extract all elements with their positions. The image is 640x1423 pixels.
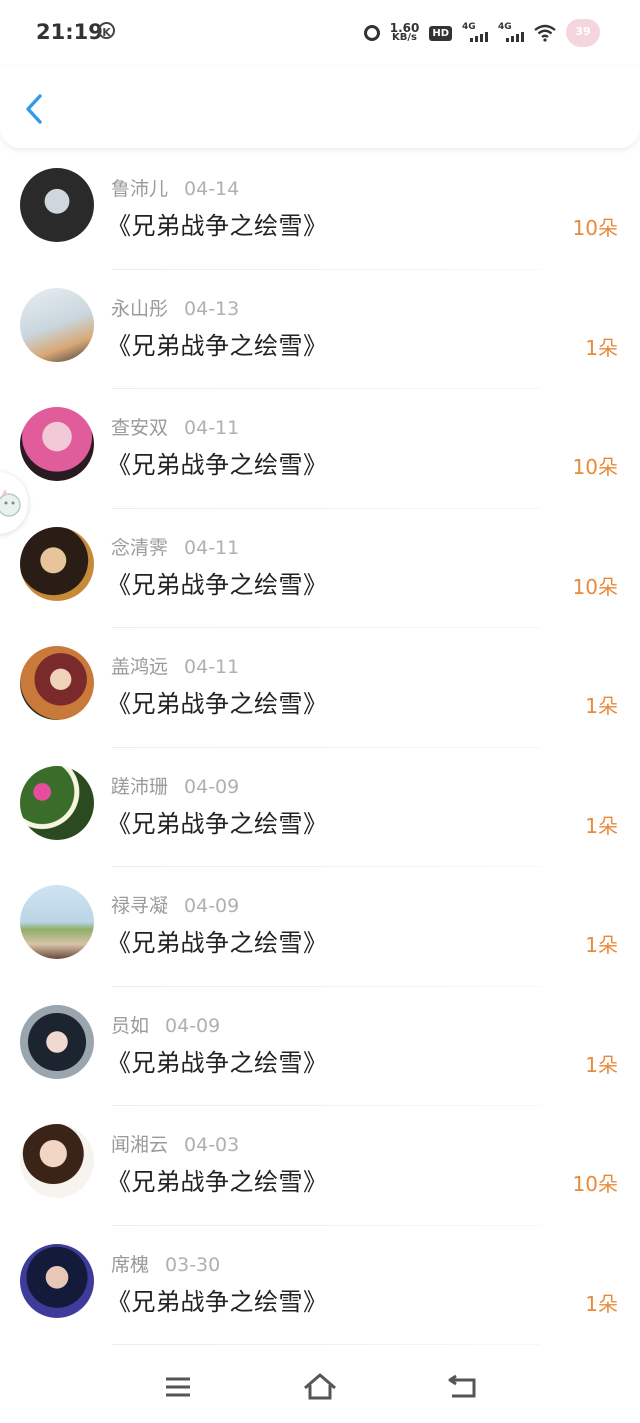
- signal-2-label: 4G: [498, 22, 512, 32]
- list-item[interactable]: 盖鸿远 04-11 《兄弟战争之绘雪》 1朵: [0, 628, 640, 748]
- flower-amount: 1朵: [585, 1291, 618, 1316]
- battery-icon: 39: [566, 19, 600, 47]
- book-title: 《兄弟战争之绘雪》: [107, 690, 328, 718]
- record-date: 04-13: [184, 297, 240, 320]
- status-indicators: 1.60 KB/s HD 4G 4G 39: [363, 18, 600, 48]
- record-date: 04-14: [184, 178, 240, 200]
- k-badge-icon: K: [98, 22, 115, 39]
- record-meta: 鲁沛儿 04-14: [111, 174, 239, 201]
- row-divider: [112, 1344, 540, 1345]
- record-date: 04-03: [184, 1134, 240, 1156]
- user-name: 查安双: [111, 417, 169, 439]
- flower-amount: 10朵: [572, 455, 618, 479]
- battery-level: 39: [575, 25, 591, 38]
- user-name: 永山彤: [111, 297, 169, 320]
- avatar[interactable]: [20, 168, 94, 242]
- book-title: 《兄弟战争之绘雪》: [107, 1048, 328, 1077]
- record-meta: 永山彤 04-13: [111, 294, 239, 321]
- book-title: 《兄弟战争之绘雪》: [107, 1168, 328, 1196]
- return-icon[interactable]: [442, 1368, 482, 1408]
- record-meta: 念清霁 04-11: [111, 533, 239, 560]
- record-meta: 盖鸿远 04-11: [111, 652, 239, 679]
- record-meta: 席槐 03-30: [111, 1250, 220, 1277]
- signal-1-label: 4G: [462, 22, 476, 32]
- status-bar: 21:19 K 1.60 KB/s HD 4G 4G 39: [0, 0, 640, 66]
- user-name: 念清霁: [111, 536, 169, 559]
- list-item[interactable]: 念清霁 04-11 《兄弟战争之绘雪》 10朵: [0, 509, 640, 628]
- system-nav-bar: [0, 1358, 640, 1423]
- record-meta: 蹉沛珊 04-09: [111, 772, 239, 799]
- app-header: [0, 66, 640, 148]
- record-meta: 闻湘云 04-03: [111, 1130, 239, 1157]
- network-speed: 1.60 KB/s: [390, 22, 420, 43]
- record-date: 04-09: [184, 775, 240, 798]
- avatar[interactable]: [20, 526, 94, 601]
- menu-icon[interactable]: [158, 1368, 198, 1408]
- avatar[interactable]: [20, 765, 94, 840]
- user-name: 禄寻凝: [111, 895, 169, 917]
- list-item[interactable]: 禄寻凝 04-09 《兄弟战争之绘雪》 1朵: [0, 867, 640, 987]
- status-time: 21:19: [36, 20, 103, 44]
- user-name: 鲁沛儿: [111, 178, 169, 200]
- user-name: 员如: [111, 1014, 150, 1037]
- wifi-icon: [534, 24, 556, 42]
- record-date: 04-11: [184, 536, 240, 559]
- record-date: 03-30: [165, 1253, 221, 1276]
- list-item[interactable]: 席槐 03-30 《兄弟战争之绘雪》 1朵: [0, 1226, 640, 1345]
- record-meta: 查安双 04-11: [111, 413, 239, 440]
- avatar[interactable]: [20, 885, 94, 959]
- network-speed-unit: KB/s: [392, 32, 418, 43]
- book-title: 《兄弟战争之绘雪》: [107, 212, 328, 240]
- list-item[interactable]: 闻湘云 04-03 《兄弟战争之绘雪》 10朵: [0, 1106, 640, 1226]
- list-item[interactable]: 员如 04-09 《兄弟战争之绘雪》 1朵: [0, 987, 640, 1106]
- signal-icon-2: 4G: [498, 22, 524, 44]
- flower-amount: 10朵: [572, 216, 618, 240]
- list-item[interactable]: 查安双 04-11 《兄弟战争之绘雪》 10朵: [0, 389, 640, 509]
- book-title: 《兄弟战争之绘雪》: [107, 451, 328, 479]
- flower-amount: 1朵: [585, 1052, 618, 1077]
- flower-amount: 1朵: [585, 335, 618, 360]
- signal-icon-1: 4G: [462, 22, 488, 44]
- avatar[interactable]: [20, 646, 94, 720]
- flower-amount: 10朵: [572, 1172, 618, 1196]
- flower-amount: 1朵: [585, 694, 618, 718]
- flower-amount: 1朵: [585, 813, 618, 838]
- list-item[interactable]: 蹉沛珊 04-09 《兄弟战争之绘雪》 1朵: [0, 748, 640, 867]
- avatar[interactable]: [20, 1124, 94, 1198]
- alarm-icon: [363, 25, 380, 41]
- avatar[interactable]: [20, 1243, 94, 1318]
- flower-amount: 1朵: [585, 933, 618, 957]
- record-meta: 员如 04-09: [111, 1011, 220, 1038]
- record-meta: 禄寻凝 04-09: [111, 891, 239, 918]
- record-list: 鲁沛儿 04-14 《兄弟战争之绘雪》 10朵 永山彤 04-13 《兄弟战争之绘雪…: [0, 150, 640, 1345]
- book-title: 《兄弟战争之绘雪》: [107, 570, 328, 599]
- record-date: 04-11: [184, 417, 240, 439]
- avatar[interactable]: [20, 407, 94, 481]
- user-name: 蹉沛珊: [111, 775, 169, 798]
- record-date: 04-09: [165, 1014, 221, 1037]
- record-date: 04-09: [184, 895, 240, 917]
- book-title: 《兄弟战争之绘雪》: [107, 929, 328, 957]
- book-title: 《兄弟战争之绘雪》: [107, 331, 328, 360]
- user-name: 闻湘云: [111, 1134, 169, 1156]
- list-item[interactable]: 鲁沛儿 04-14 《兄弟战争之绘雪》 10朵: [0, 150, 640, 270]
- chevron-left-icon[interactable]: [20, 92, 50, 126]
- record-date: 04-11: [184, 656, 240, 678]
- avatar[interactable]: [20, 287, 94, 362]
- book-title: 《兄弟战争之绘雪》: [107, 809, 328, 838]
- hd-icon: HD: [429, 25, 452, 41]
- avatar[interactable]: [20, 1004, 94, 1079]
- user-name: 盖鸿远: [111, 656, 169, 678]
- book-title: 《兄弟战争之绘雪》: [107, 1287, 328, 1316]
- assistant-icon: [0, 489, 21, 517]
- list-item[interactable]: 永山彤 04-13 《兄弟战争之绘雪》 1朵: [0, 270, 640, 389]
- flower-amount: 10朵: [572, 574, 618, 599]
- user-name: 席槐: [111, 1253, 150, 1276]
- home-icon[interactable]: [300, 1368, 340, 1408]
